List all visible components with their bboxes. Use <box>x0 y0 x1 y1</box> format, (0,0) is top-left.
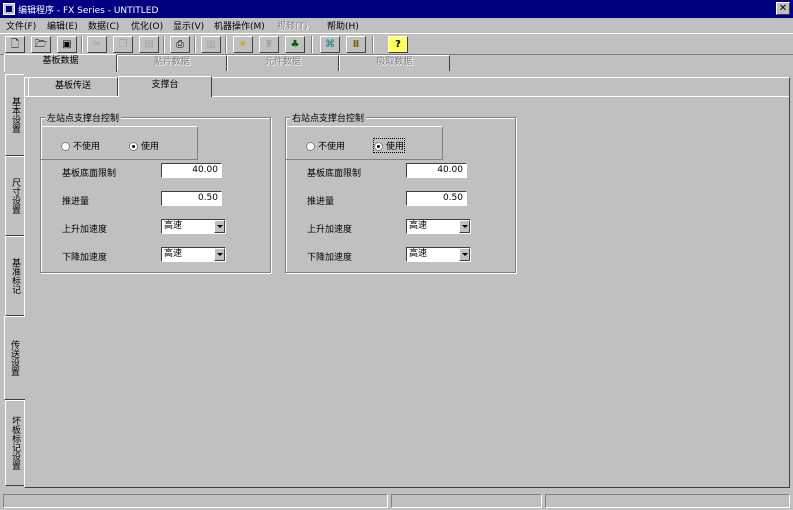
menu-file[interactable]: 文件(F) <box>6 19 36 32</box>
menu-view[interactable]: 显示(V) <box>173 19 204 32</box>
right-radio-on[interactable]: 使用 <box>372 138 406 153</box>
field-label: 基板底面限制 <box>307 169 362 179</box>
status-pane-main <box>3 494 388 508</box>
left-push-amount-input[interactable]: 0.50 <box>161 191 222 206</box>
chevron-down-icon[interactable] <box>459 248 470 261</box>
menu-optimize[interactable]: 优化(O) <box>131 19 163 32</box>
window-title: 编辑程序 - FX Series - UNTITLED <box>18 6 159 16</box>
toolbar-separator <box>372 36 374 53</box>
field-label: 下降加速度 <box>307 253 353 263</box>
close-button[interactable]: ✕ <box>776 2 790 15</box>
sidetab-label: 尺寸设置 <box>10 178 20 214</box>
select-value: 高速 <box>409 221 428 231</box>
cut-icon[interactable]: ✂ <box>87 36 107 53</box>
tab-placement-data[interactable]: 贴片数据 <box>117 55 227 71</box>
field-label: 上升加速度 <box>307 225 353 235</box>
group-title: 左站点支撑台控制 <box>45 111 122 124</box>
field-label: 基板底面限制 <box>62 169 117 179</box>
tool-icon[interactable]: ♜ <box>259 36 279 53</box>
toolbar-separator <box>163 36 165 53</box>
menu-data[interactable]: 数据(C) <box>88 19 119 32</box>
toolbar-separator <box>81 36 83 53</box>
select-value: 高速 <box>409 249 428 259</box>
tab-board-data[interactable]: 基板数据 <box>4 54 117 72</box>
menu-machine[interactable]: 机器操作(M) <box>214 19 265 32</box>
pause-icon[interactable]: Ⅱ <box>346 36 366 53</box>
toolbar: 🗋 🗁 ▣ ✂ ❐ ▤ ⎙ ▥ ☀ ♜ ♣ ⌘ Ⅱ ? <box>0 33 793 55</box>
radio-label: 使用 <box>141 142 160 152</box>
menu-edit[interactable]: 编辑(E) <box>47 19 78 32</box>
sidetab-label: 基准标记 <box>10 258 20 294</box>
app-icon <box>3 3 15 15</box>
menu-bar: 文件(F) 编辑(E) 数据(C) 优化(O) 显示(V) 机器操作(M) 视频… <box>0 18 793 32</box>
paste-icon[interactable]: ▤ <box>139 36 159 53</box>
radio-dot-selected <box>129 142 138 151</box>
radio-label: 不使用 <box>73 142 101 152</box>
chevron-down-icon[interactable] <box>459 220 470 233</box>
sidetab-bad-mark-settings[interactable]: 坏板标记设置 <box>5 400 24 486</box>
right-radio-off[interactable]: 不使用 <box>306 139 345 152</box>
open-folder-icon[interactable]: 🗁 <box>31 36 51 53</box>
sidetab-size-settings[interactable]: 尺寸设置 <box>5 156 24 236</box>
sidetab-label: 基本设置 <box>10 97 20 133</box>
group-title: 右站点支撑台控制 <box>290 111 367 124</box>
field-label: 上升加速度 <box>62 225 108 235</box>
help-icon[interactable]: ? <box>388 36 408 53</box>
chevron-down-icon[interactable] <box>214 248 225 261</box>
print-icon[interactable]: ⎙ <box>170 36 190 53</box>
tab-component-data[interactable]: 元件数据 <box>227 55 339 71</box>
select-value: 高速 <box>164 221 183 231</box>
toolbar-separator <box>225 36 227 53</box>
title-bar: 编辑程序 - FX Series - UNTITLED ✕ <box>0 0 793 18</box>
save-icon[interactable]: ▣ <box>57 36 77 53</box>
status-bar <box>0 492 793 510</box>
select-value: 高速 <box>164 249 183 259</box>
status-pane-3 <box>545 494 790 508</box>
left-board-bottom-limit-input[interactable]: 40.00 <box>161 163 222 178</box>
radio-dot <box>61 142 70 151</box>
chevron-down-icon[interactable] <box>214 220 225 233</box>
tab-pickup-data[interactable]: 吸取数据 <box>339 55 450 71</box>
right-up-acceleration-select[interactable]: 高速 <box>406 219 471 234</box>
left-station-group: 左站点支撑台控制 不使用 使用 基板底面限制 40.00 推进量 0.50 上升… <box>40 111 271 273</box>
right-push-amount-input[interactable]: 0.50 <box>406 191 467 206</box>
sidetab-fiducial-mark[interactable]: 基准标记 <box>5 236 24 316</box>
book-icon[interactable]: ▥ <box>201 36 221 53</box>
sidetab-basic-settings[interactable]: 基本设置 <box>5 74 24 156</box>
right-board-bottom-limit-input[interactable]: 40.00 <box>406 163 467 178</box>
new-file-icon[interactable]: 🗋 <box>5 36 25 53</box>
sidetab-label: 传送设置 <box>9 340 19 376</box>
copy-icon[interactable]: ❐ <box>113 36 133 53</box>
left-down-acceleration-select[interactable]: 高速 <box>161 247 226 262</box>
sidetab-label: 坏板标记设置 <box>10 416 20 470</box>
optimize-icon[interactable]: ♣ <box>285 36 305 53</box>
toolbar-separator <box>311 36 313 53</box>
lightbulb-icon[interactable]: ☀ <box>233 36 253 53</box>
left-radio-on[interactable]: 使用 <box>129 139 159 152</box>
toolbar-separator <box>194 36 196 53</box>
subtab-support-table[interactable]: 支撑台 <box>118 76 212 97</box>
subtab-board-transfer[interactable]: 基板传送 <box>28 77 118 96</box>
right-down-acceleration-select[interactable]: 高速 <box>406 247 471 262</box>
field-label: 下降加速度 <box>62 253 108 263</box>
radio-label: 使用 <box>386 142 405 152</box>
menu-help[interactable]: 帮助(H) <box>327 19 359 32</box>
field-label: 推进量 <box>307 197 335 207</box>
radio-dot-selected <box>374 142 383 151</box>
left-up-acceleration-select[interactable]: 高速 <box>161 219 226 234</box>
status-pane-2 <box>391 494 542 508</box>
radio-label: 不使用 <box>318 142 346 152</box>
machine-icon[interactable]: ⌘ <box>320 36 340 53</box>
radio-dot <box>306 142 315 151</box>
menu-video[interactable]: 视频(T) <box>277 19 308 32</box>
field-label: 推进量 <box>62 197 90 207</box>
left-radio-off[interactable]: 不使用 <box>61 139 100 152</box>
right-station-group: 右站点支撑台控制 不使用 使用 基板底面限制 40.00 推进量 0.50 上升… <box>285 111 516 273</box>
sidetab-transfer-settings[interactable]: 传送设置 <box>4 316 25 400</box>
